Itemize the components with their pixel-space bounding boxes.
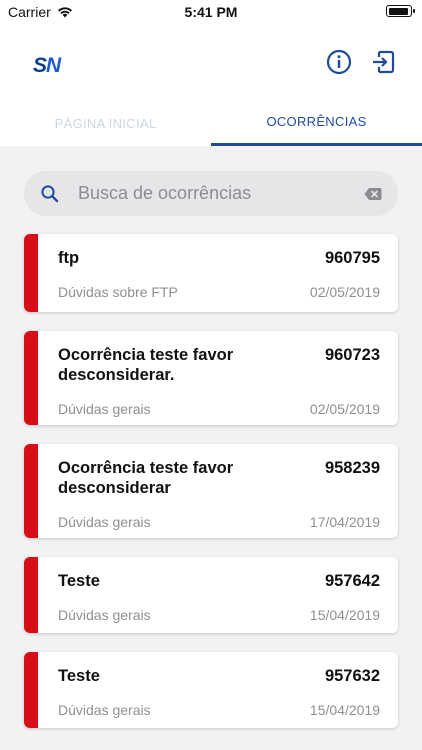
occurrence-card[interactable]: ftp 960795 Dúvidas sobre FTP 02/05/2019 — [24, 234, 398, 312]
occurrence-date: 02/05/2019 — [309, 284, 380, 300]
occurrence-card[interactable]: Teste 957632 Dúvidas gerais 15/04/2019 — [24, 652, 398, 728]
search-bar — [24, 171, 398, 216]
occurrence-card[interactable]: Teste 957642 Dúvidas gerais 15/04/2019 — [24, 557, 398, 633]
status-bar-indicator — [24, 444, 38, 538]
occurrence-card[interactable]: Ocorrência teste favor desconsiderar 958… — [24, 444, 398, 538]
occurrence-date: 15/04/2019 — [309, 702, 380, 718]
occurrence-title: Teste — [58, 572, 100, 590]
tab-bar: PÁGINA INICIAL OCORRÊNCIAS — [0, 100, 422, 146]
status-bar-indicator — [24, 234, 38, 312]
app-logo: SN — [33, 54, 61, 78]
occurrence-number: 960795 — [324, 249, 380, 267]
clock: 5:41 PM — [184, 4, 238, 20]
status-bar: Carrier 5:41 PM — [0, 0, 422, 24]
battery-icon — [386, 5, 415, 17]
occurrence-title: Ocorrência teste favor desconsiderar. — [58, 346, 234, 384]
occurrence-date: 15/04/2019 — [309, 607, 380, 623]
search-icon — [41, 184, 59, 202]
exit-icon — [373, 50, 395, 74]
occurrence-category: Dúvidas gerais — [58, 607, 151, 623]
status-bar-indicator — [24, 652, 38, 728]
occurrence-title: Ocorrência teste favor desconsiderar — [58, 459, 234, 497]
occurrence-number: 960723 — [324, 346, 380, 364]
occurrence-category: Dúvidas gerais — [58, 514, 151, 530]
occurrence-category: Dúvidas sobre FTP — [58, 284, 178, 300]
tab-home[interactable]: PÁGINA INICIAL — [0, 100, 211, 146]
tab-occurrences[interactable]: OCORRÊNCIAS — [211, 100, 422, 146]
occurrence-number: 957632 — [324, 667, 380, 685]
status-bar-indicator — [24, 557, 38, 633]
occurrence-title: Teste — [58, 667, 100, 685]
occurrence-category: Dúvidas gerais — [58, 702, 151, 718]
occurrence-date: 02/05/2019 — [309, 401, 380, 417]
logo-letter-n: N — [46, 54, 61, 77]
occurrence-list: ftp 960795 Dúvidas sobre FTP 02/05/2019 … — [24, 234, 398, 747]
occurrence-number: 957642 — [324, 572, 380, 590]
logo-letter-s: S — [33, 54, 47, 77]
logout-button[interactable] — [369, 48, 397, 76]
clear-icon[interactable] — [364, 187, 382, 201]
occurrence-number: 958239 — [324, 459, 380, 477]
occurrence-title: ftp — [58, 249, 80, 267]
app-header: SN — [0, 24, 422, 100]
occurrence-card[interactable]: Ocorrência teste favor desconsiderar. 96… — [24, 331, 398, 425]
info-icon — [326, 49, 352, 75]
search-input[interactable] — [78, 183, 364, 204]
occurrence-date: 17/04/2019 — [309, 514, 380, 530]
occurrence-category: Dúvidas gerais — [58, 401, 151, 417]
info-button[interactable] — [325, 48, 353, 76]
status-bar-indicator — [24, 331, 38, 425]
